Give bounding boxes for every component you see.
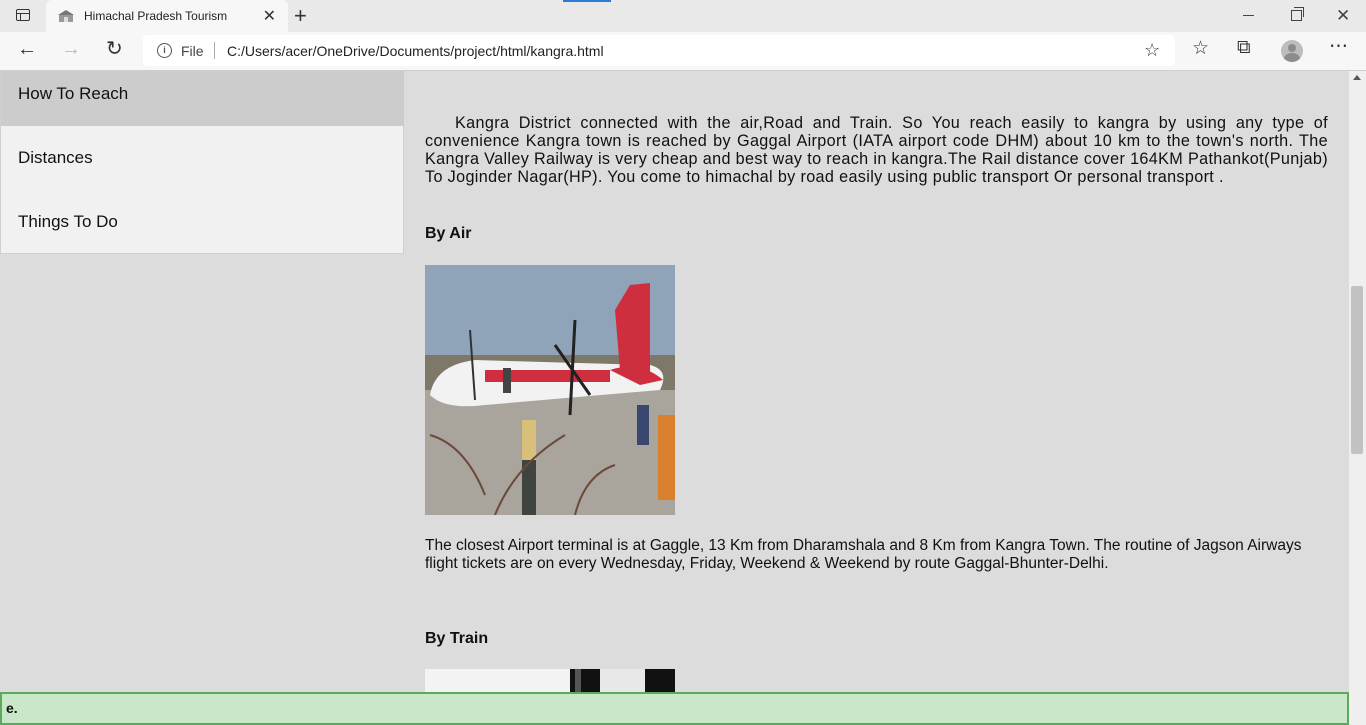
scroll-up-icon[interactable] — [1353, 75, 1361, 80]
refresh-icon[interactable]: ↻ — [106, 39, 123, 59]
tab-title: Himachal Pradesh Tourism — [84, 9, 228, 23]
info-icon[interactable]: i — [157, 43, 172, 58]
close-tab-icon[interactable]: ✕ — [263, 6, 276, 26]
favorites-icon[interactable]: ☆ — [1192, 37, 1209, 60]
sidebar-item-distances[interactable]: Distances — [1, 126, 404, 181]
window-close-icon[interactable]: ✕ — [1336, 6, 1350, 26]
address-divider — [214, 42, 215, 59]
sidebar-nav: How To Reach Distances Things To Do — [0, 71, 404, 254]
browser-title-bar: Himachal Pradesh Tourism ✕ + ✕ — [0, 0, 1366, 32]
by-air-paragraph: The closest Airport terminal is at Gaggl… — [425, 537, 1302, 572]
site-favicon-icon — [58, 10, 74, 22]
back-icon[interactable]: ← — [17, 39, 37, 59]
by-train-heading: By Train — [425, 630, 489, 647]
browser-toolbar: ← → ↻ i File C:/Users/acer/OneDrive/Docu… — [0, 32, 1366, 71]
sidebar-item-how-to-reach[interactable]: How To Reach — [1, 71, 404, 126]
new-tab-icon[interactable]: + — [294, 3, 307, 29]
sidebar-item-label: Things To Do — [18, 212, 118, 231]
intro-paragraph: Kangra District connected with the air,R… — [425, 114, 1328, 186]
vertical-scrollbar[interactable] — [1349, 71, 1366, 725]
add-favorite-icon[interactable]: ☆ — [1144, 40, 1160, 61]
more-menu-icon[interactable]: ⋯ — [1329, 35, 1348, 58]
sidebar-item-things-to-do[interactable]: Things To Do — [1, 190, 404, 245]
sidebar-item-label: Distances — [18, 148, 93, 167]
url-text[interactable]: C:/Users/acer/OneDrive/Documents/project… — [227, 43, 604, 59]
profile-avatar-icon[interactable] — [1281, 40, 1303, 62]
scrollbar-thumb[interactable] — [1351, 286, 1363, 454]
forward-icon[interactable]: → — [61, 39, 81, 59]
bottom-footer-bar: e. — [0, 692, 1349, 725]
restore-icon[interactable] — [1291, 7, 1304, 21]
by-air-heading: By Air — [425, 225, 472, 242]
airplane-photo — [425, 265, 675, 515]
address-scheme-label: File — [181, 43, 204, 59]
accent-indicator — [563, 0, 611, 2]
tab-actions-icon[interactable] — [16, 9, 30, 21]
collections-icon[interactable]: ⧉ — [1237, 37, 1251, 59]
footer-text: e. — [6, 700, 18, 716]
address-bar[interactable]: i File C:/Users/acer/OneDrive/Documents/… — [143, 35, 1175, 66]
sidebar-item-label: How To Reach — [18, 84, 129, 103]
browser-tab[interactable]: Himachal Pradesh Tourism ✕ — [46, 0, 288, 32]
minimize-icon[interactable] — [1243, 15, 1254, 16]
